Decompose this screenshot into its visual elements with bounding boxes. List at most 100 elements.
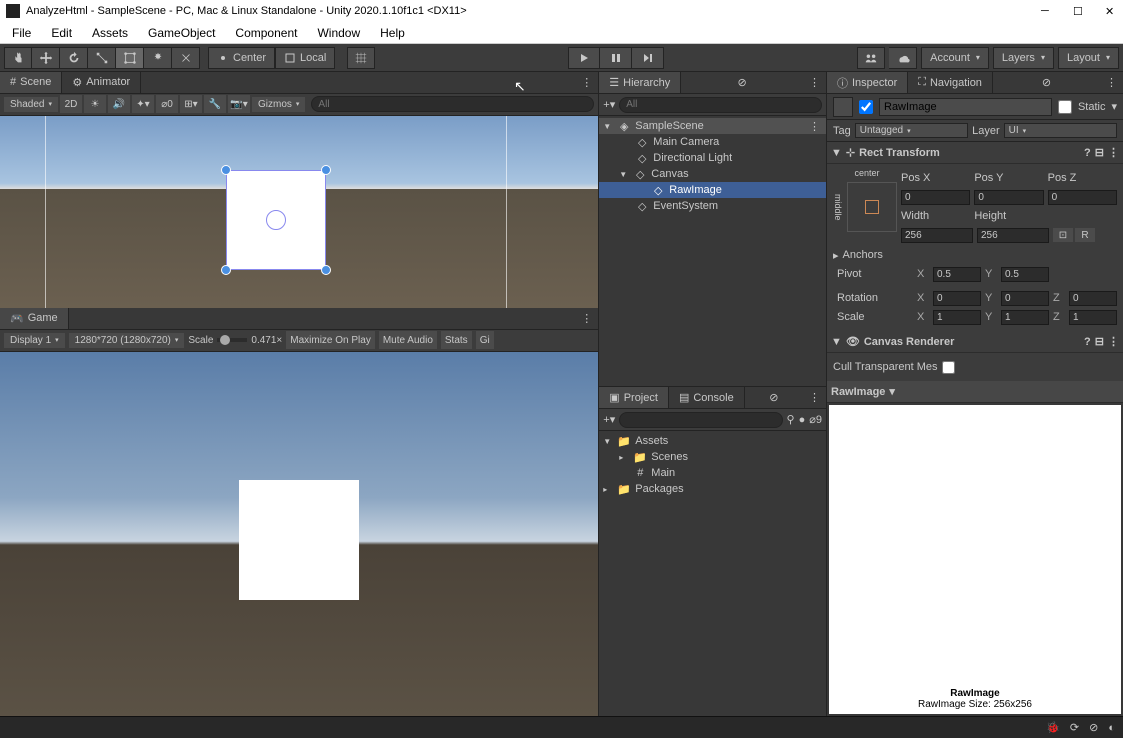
- project-packages[interactable]: ▸📁Packages: [599, 481, 826, 497]
- rot-z-input[interactable]: [1069, 291, 1117, 306]
- minimize-button[interactable]: ─: [1041, 5, 1053, 17]
- maximize-toggle[interactable]: Maximize On Play: [286, 331, 375, 349]
- cloud-icon[interactable]: [889, 47, 917, 69]
- menu-assets[interactable]: Assets: [82, 24, 138, 42]
- resize-handle-bl[interactable]: [221, 265, 231, 275]
- component-options-icon[interactable]: ⋮: [1108, 146, 1119, 159]
- scale-z-input[interactable]: [1069, 310, 1117, 325]
- component-preset-icon[interactable]: ⊟: [1095, 335, 1104, 348]
- hierarchy-light[interactable]: ◇Directional Light: [599, 150, 826, 166]
- resolution-dropdown[interactable]: 1280*720 (1280x720): [69, 333, 185, 348]
- rotate-tool[interactable]: [60, 47, 88, 69]
- pivot-center-button[interactable]: Center: [208, 47, 275, 69]
- selected-rawimage[interactable]: [226, 170, 326, 270]
- scene-panel-options[interactable]: ⋮: [575, 72, 598, 93]
- posz-input[interactable]: [1048, 190, 1117, 205]
- project-search[interactable]: [619, 412, 782, 428]
- project-assets[interactable]: ▼📁Assets: [599, 433, 826, 449]
- fx-toggle[interactable]: ✦▾: [132, 95, 154, 113]
- tab-animator[interactable]: ⚙Animator: [62, 72, 141, 93]
- display-dropdown[interactable]: Display 1: [4, 333, 65, 348]
- hierarchy-lock-icon[interactable]: ⊘: [732, 72, 753, 93]
- cull-checkbox[interactable]: [942, 361, 955, 374]
- anchors-foldout[interactable]: Anchors: [843, 249, 883, 261]
- status-icon-1[interactable]: 🐞: [1046, 721, 1060, 734]
- search-filter-icon[interactable]: ⚲: [787, 413, 795, 426]
- layers-dropdown[interactable]: Layers: [993, 47, 1054, 69]
- anchor-preset-button[interactable]: [847, 182, 897, 232]
- component-help-icon[interactable]: ?: [1084, 147, 1091, 159]
- rot-x-input[interactable]: [933, 291, 981, 306]
- grid-toggle[interactable]: ⊞▾: [180, 95, 202, 113]
- custom-tool[interactable]: [172, 47, 200, 69]
- tab-project[interactable]: ▣Project: [599, 387, 669, 408]
- scale-slider[interactable]: [217, 338, 247, 342]
- audio-toggle[interactable]: 🔊: [108, 95, 130, 113]
- scene-view[interactable]: [0, 116, 598, 308]
- pivot-y-input[interactable]: [1001, 267, 1049, 282]
- tab-navigation[interactable]: ⛶Navigation: [908, 72, 993, 93]
- label-filter-icon[interactable]: ●: [799, 414, 806, 426]
- project-lock-icon[interactable]: ⊘: [763, 387, 784, 408]
- game-panel-options[interactable]: ⋮: [575, 308, 598, 329]
- gameobject-name-field[interactable]: [879, 98, 1052, 116]
- scene-options[interactable]: ⋮: [809, 120, 826, 133]
- resize-handle-tr[interactable]: [321, 165, 331, 175]
- tag-dropdown[interactable]: Untagged: [855, 123, 968, 138]
- menu-window[interactable]: Window: [307, 24, 370, 42]
- layout-dropdown[interactable]: Layout: [1058, 47, 1119, 69]
- scale-tool[interactable]: [88, 47, 116, 69]
- posx-input[interactable]: [901, 190, 970, 205]
- tab-console[interactable]: ▤Console: [669, 387, 745, 408]
- tab-hierarchy[interactable]: ☰Hierarchy: [599, 72, 681, 93]
- rot-y-input[interactable]: [1001, 291, 1049, 306]
- hierarchy-eventsystem[interactable]: ◇EventSystem: [599, 198, 826, 214]
- create-dropdown[interactable]: +▾: [603, 98, 615, 111]
- tab-scene[interactable]: #Scene: [0, 72, 62, 93]
- menu-file[interactable]: File: [2, 24, 41, 42]
- resize-handle-br[interactable]: [321, 265, 331, 275]
- scene-row[interactable]: ▼◈SampleScene⋮: [599, 118, 826, 134]
- layer-dropdown[interactable]: UI: [1004, 123, 1117, 138]
- tab-inspector[interactable]: ⓘInspector: [827, 72, 908, 93]
- scale-y-input[interactable]: [1001, 310, 1049, 325]
- project-panel-options[interactable]: ⋮: [803, 387, 826, 408]
- menu-help[interactable]: Help: [370, 24, 415, 42]
- hierarchy-search[interactable]: [619, 97, 822, 113]
- menu-component[interactable]: Component: [225, 24, 307, 42]
- rawimage-preview-header[interactable]: RawImage▾: [827, 381, 1123, 403]
- stats-toggle[interactable]: Stats: [441, 331, 472, 349]
- rect-tool[interactable]: [116, 47, 144, 69]
- menu-edit[interactable]: Edit: [41, 24, 82, 42]
- scene-search[interactable]: [311, 96, 594, 112]
- pivot-x-input[interactable]: [933, 267, 981, 282]
- height-input[interactable]: [977, 228, 1049, 243]
- tab-game[interactable]: 🎮Game: [0, 308, 69, 329]
- move-tool[interactable]: [32, 47, 60, 69]
- hand-tool[interactable]: [4, 47, 32, 69]
- hierarchy-camera[interactable]: ◇Main Camera: [599, 134, 826, 150]
- hierarchy-panel-options[interactable]: ⋮: [803, 72, 826, 93]
- lighting-toggle[interactable]: ☀: [84, 95, 106, 113]
- raw-edit-button[interactable]: R: [1075, 228, 1095, 242]
- pivot-local-button[interactable]: Local: [275, 47, 335, 69]
- inspector-lock-icon[interactable]: ⊘: [1036, 72, 1057, 93]
- component-help-icon[interactable]: ?: [1084, 336, 1091, 348]
- grid-snap-button[interactable]: [347, 47, 375, 69]
- project-create-dropdown[interactable]: +▾: [603, 413, 615, 426]
- canvas-renderer-header[interactable]: ▼👁 Canvas Renderer ? ⊟ ⋮: [827, 331, 1123, 353]
- hidden-count[interactable]: ⌀9: [809, 413, 822, 426]
- account-dropdown[interactable]: Account: [921, 47, 989, 69]
- transform-tool[interactable]: [144, 47, 172, 69]
- component-options-icon[interactable]: ⋮: [1108, 335, 1119, 348]
- collab-icon[interactable]: [857, 47, 885, 69]
- step-button[interactable]: [632, 47, 664, 69]
- resize-handle-tl[interactable]: [221, 165, 231, 175]
- hierarchy-canvas[interactable]: ▼◇Canvas: [599, 166, 826, 182]
- project-main[interactable]: #Main: [599, 465, 826, 481]
- blueprint-mode-button[interactable]: ⊡: [1053, 228, 1073, 242]
- menu-gameobject[interactable]: GameObject: [138, 24, 225, 42]
- gameobject-active-checkbox[interactable]: [859, 100, 873, 114]
- posy-input[interactable]: [974, 190, 1043, 205]
- camera-toggle[interactable]: 📷▾: [228, 95, 250, 113]
